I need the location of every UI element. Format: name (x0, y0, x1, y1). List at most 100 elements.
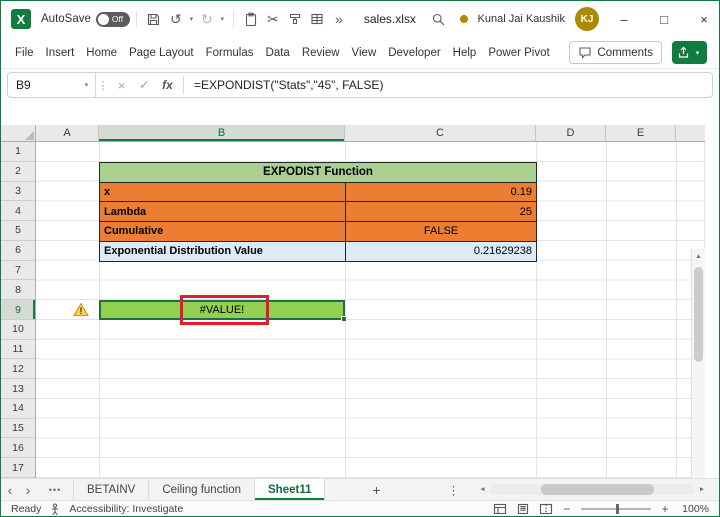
maximize-button[interactable]: □ (649, 1, 679, 37)
undo-button[interactable]: ↺ (165, 7, 187, 31)
cell-b4-label[interactable]: Lambda (100, 202, 346, 222)
borders-button[interactable] (306, 7, 328, 31)
row-header[interactable]: 17 (1, 458, 35, 479)
row-header[interactable]: 6 (1, 241, 35, 261)
cell-c5-value[interactable]: FALSE (346, 222, 537, 242)
zoom-level[interactable]: 100% (679, 503, 709, 515)
scroll-left-icon[interactable]: ◄ (475, 486, 489, 493)
normal-view-icon[interactable] (493, 503, 507, 515)
close-button[interactable]: × (689, 1, 719, 37)
row-header[interactable]: 1 (1, 142, 35, 162)
column-header-c[interactable]: C (345, 125, 536, 141)
column-header-b[interactable]: B (99, 125, 345, 141)
minimize-button[interactable]: – (609, 1, 639, 37)
column-header-e[interactable]: E (606, 125, 676, 141)
row-header[interactable]: 4 (1, 201, 35, 222)
cell-b6-label[interactable]: Exponential Distribution Value (100, 241, 346, 262)
tab-formulas[interactable]: Formulas (200, 37, 260, 68)
row-header[interactable]: 15 (1, 419, 35, 439)
redo-button[interactable]: ↻ (196, 7, 218, 31)
zoom-out-button[interactable]: − (562, 502, 572, 516)
error-warning-icon[interactable]: ! (73, 302, 89, 317)
format-painter-button[interactable] (284, 7, 306, 31)
tab-view[interactable]: View (346, 37, 383, 68)
name-box-dropdown-icon[interactable]: ▾ (82, 81, 91, 89)
user-name[interactable]: Kunal Jai Kaushik (478, 13, 565, 25)
row-header[interactable]: 7 (1, 261, 35, 281)
tab-power-pivot[interactable]: Power Pivot (482, 37, 555, 68)
sheet-tab-ceiling-function[interactable]: Ceiling function (149, 479, 255, 500)
cell-b3-label[interactable]: x (100, 182, 346, 203)
tab-insert[interactable]: Insert (40, 37, 81, 68)
tab-file[interactable]: File (9, 37, 40, 68)
tab-home[interactable]: Home (80, 37, 123, 68)
share-button[interactable]: ▾ (672, 41, 707, 64)
row-header[interactable]: 14 (1, 399, 35, 419)
enter-button[interactable]: ✓ (133, 73, 156, 97)
formula-bar-drag-icon[interactable]: ⋮ (96, 73, 110, 97)
name-box[interactable]: B9 ▾ (8, 73, 96, 97)
zoom-slider-thumb[interactable] (616, 504, 619, 514)
fill-handle[interactable] (341, 315, 347, 322)
sheet-nav-next-icon[interactable]: › (19, 479, 37, 500)
save-button[interactable] (143, 7, 165, 31)
row-header-selected[interactable]: 9 (1, 300, 35, 320)
tab-page-layout[interactable]: Page Layout (123, 37, 200, 68)
row-header[interactable]: 2 (1, 162, 35, 182)
row-header[interactable]: 8 (1, 280, 35, 301)
cell-c6-value[interactable]: 0.21629238 (346, 241, 537, 262)
cell-b5-label[interactable]: Cumulative (100, 222, 346, 242)
tab-context-menu-icon[interactable]: ⋮ (443, 479, 463, 500)
zoom-in-button[interactable]: + (660, 502, 670, 516)
sheet-tab-sheet11[interactable]: Sheet11 (255, 479, 326, 500)
redo-dropdown-icon[interactable]: ▾ (218, 15, 227, 23)
sheet-tab-betainv[interactable]: BETAINV (73, 479, 150, 500)
sheet-nav-prev-icon[interactable]: ‹ (1, 479, 19, 500)
page-layout-view-icon[interactable] (516, 503, 530, 515)
search-button[interactable] (428, 7, 450, 31)
row-header[interactable]: 12 (1, 359, 35, 380)
row-header[interactable]: 10 (1, 320, 35, 340)
vertical-scroll-thumb[interactable] (694, 267, 703, 362)
row-header[interactable]: 3 (1, 182, 35, 202)
tab-help[interactable]: Help (447, 37, 483, 68)
row-header[interactable]: 11 (1, 340, 35, 360)
cell-c4-value[interactable]: 25 (346, 202, 537, 222)
tab-review[interactable]: Review (296, 37, 346, 68)
document-title[interactable]: sales.xlsx (364, 12, 416, 26)
row-header[interactable]: 16 (1, 438, 35, 459)
sheet-list-button[interactable]: ••• (41, 479, 69, 500)
row-header[interactable]: 13 (1, 379, 35, 399)
column-header-f-partial[interactable] (676, 125, 705, 141)
vertical-scrollbar[interactable]: ▲ ▼ (691, 249, 705, 516)
zoom-slider[interactable] (581, 504, 651, 514)
paste-button[interactable] (240, 7, 262, 31)
scroll-up-icon[interactable]: ▲ (692, 249, 705, 264)
cut-button[interactable]: ✂ (262, 7, 284, 31)
horizontal-scroll-thumb[interactable] (540, 484, 654, 495)
avatar[interactable]: KJ (575, 7, 599, 31)
cell-c3-value[interactable]: 0.19 (346, 182, 537, 203)
autosave-toggle[interactable]: AutoSave Off (41, 11, 130, 27)
formula-input[interactable]: =EXPONDIST("Stats","45", FALSE) (188, 73, 712, 97)
page-break-view-icon[interactable] (539, 503, 553, 515)
row-header[interactable]: 5 (1, 221, 35, 241)
cells-area[interactable]: EXPODIST Function x 0.19 Lambda 25 Cumul… (36, 142, 705, 478)
add-sheet-button[interactable]: + (365, 479, 387, 500)
autosave-switch-icon[interactable]: Off (95, 11, 130, 27)
comments-button[interactable]: Comments (569, 41, 662, 64)
tab-data[interactable]: Data (260, 37, 296, 68)
insert-function-button[interactable]: fx (156, 73, 179, 97)
table-title-cell[interactable]: EXPODIST Function (100, 162, 537, 183)
column-header-d[interactable]: D (536, 125, 606, 141)
accessibility-status[interactable]: Accessibility: Investigate (69, 503, 183, 515)
more-commands-button[interactable]: » (328, 7, 350, 31)
cancel-button[interactable]: × (110, 73, 133, 97)
undo-dropdown-icon[interactable]: ▾ (187, 15, 196, 23)
horizontal-scrollbar[interactable]: ◄ ► (475, 482, 709, 497)
tab-developer[interactable]: Developer (382, 37, 446, 68)
horizontal-scroll-track[interactable] (489, 484, 695, 495)
column-header-a[interactable]: A (36, 125, 99, 141)
select-all-corner[interactable] (1, 125, 36, 142)
scroll-right-icon[interactable]: ► (695, 486, 709, 493)
